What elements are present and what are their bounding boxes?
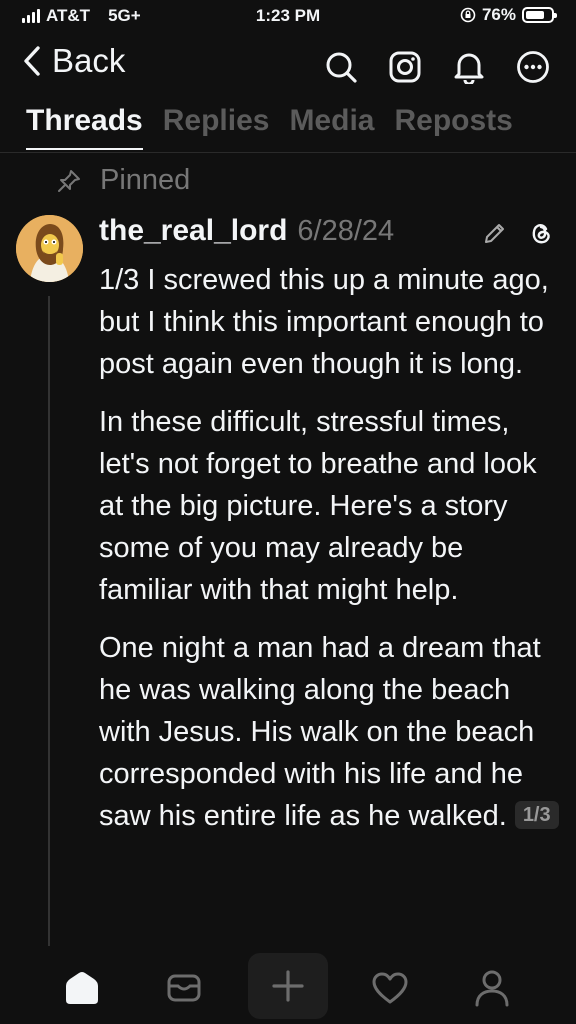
pin-icon	[58, 169, 80, 192]
profile-icon[interactable]	[462, 958, 522, 1018]
plus-icon	[272, 970, 304, 1002]
top-nav: Back	[0, 38, 576, 94]
create-button[interactable]	[248, 953, 328, 1019]
battery-percent: 76%	[481, 5, 516, 24]
battery-fill	[526, 11, 545, 19]
tab-threads[interactable]: Threads	[26, 104, 143, 150]
instagram-icon[interactable]	[386, 48, 424, 86]
profile-tabs: Threads Replies Media Reposts	[26, 104, 513, 150]
post-paragraph: In these difficult, stressful times, let…	[99, 406, 537, 606]
orientation-lock-icon	[460, 7, 476, 23]
tab-reposts[interactable]: Reposts	[394, 104, 512, 150]
back-label: Back	[52, 42, 126, 79]
tab-media[interactable]: Media	[289, 104, 374, 150]
post-date: 6/28/24	[297, 215, 395, 247]
status-bar: AT&T 5G+ 1:23 PM 76%	[0, 0, 576, 34]
threads-logo-icon[interactable]	[526, 218, 556, 248]
thread-page-indicator: 1/3	[514, 801, 559, 829]
heart-icon[interactable]	[360, 958, 420, 1018]
back-button[interactable]: Back	[22, 42, 125, 80]
home-icon[interactable]	[52, 958, 112, 1018]
thread-line	[48, 296, 50, 946]
post-actions	[480, 218, 556, 248]
username[interactable]: the_real_lord	[99, 214, 287, 248]
pinned-label: Pinned	[100, 164, 191, 196]
more-icon[interactable]	[514, 48, 552, 86]
inbox-icon[interactable]	[154, 958, 214, 1018]
bell-icon[interactable]	[450, 48, 488, 86]
tab-replies[interactable]: Replies	[163, 104, 270, 150]
nav-icons	[322, 48, 552, 86]
post-paragraph-last: One night a man had a dream that he was …	[99, 627, 559, 837]
avatar-image	[16, 215, 83, 282]
bottom-tab-bar	[0, 948, 576, 1024]
post-paragraph-text: One night a man had a dream that he was …	[99, 632, 541, 832]
search-icon[interactable]	[322, 48, 360, 86]
post-body: 1/3 I screwed this up a minute ago, but …	[99, 259, 559, 853]
battery-icon	[522, 7, 557, 23]
edit-pencil-icon[interactable]	[480, 218, 510, 248]
pinned-indicator: Pinned	[56, 164, 190, 197]
post-paragraph: 1/3 I screwed this up a minute ago, but …	[99, 264, 549, 380]
avatar[interactable]	[16, 215, 83, 282]
post-header: the_real_lord 6/28/24	[99, 214, 394, 248]
status-right: 76%	[460, 5, 557, 25]
chevron-left-icon	[24, 46, 40, 76]
tabs-divider	[0, 152, 576, 153]
